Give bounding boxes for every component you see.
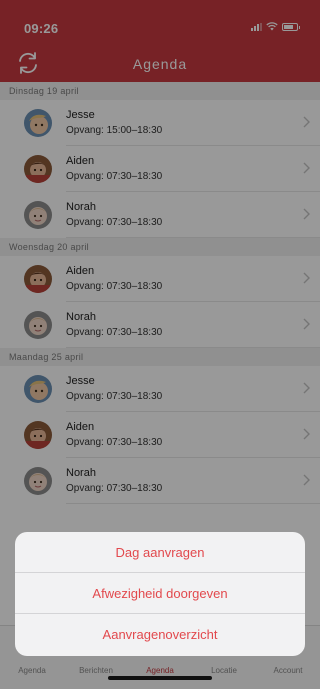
home-indicator xyxy=(108,676,212,680)
action-request-day[interactable]: Dag aanvragen xyxy=(15,532,305,573)
action-sheet: Dag aanvragen Afwezigheid doorgeven Aanv… xyxy=(15,532,305,656)
app-root: 09:26 Agenda Dinsdag 19 april Jesse Opvang… xyxy=(0,0,320,689)
action-requests-overview[interactable]: Aanvragenoverzicht xyxy=(15,614,305,655)
action-report-absence[interactable]: Afwezigheid doorgeven xyxy=(15,573,305,614)
